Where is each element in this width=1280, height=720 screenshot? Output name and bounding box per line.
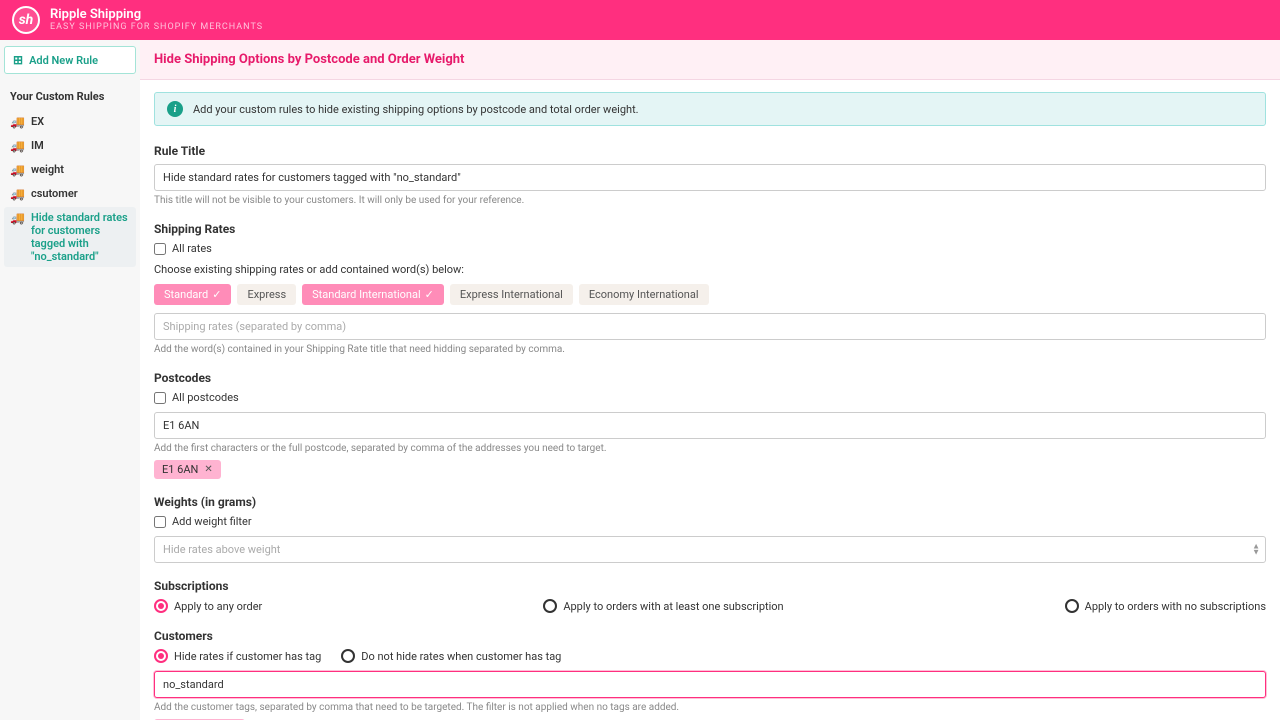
- radio-checked-icon[interactable]: [154, 599, 168, 613]
- sidebar-item-label: Hide standard rates for customers tagged…: [31, 211, 130, 263]
- info-icon: i: [167, 101, 183, 117]
- sidebar-item-label: EX: [31, 115, 44, 128]
- rate-chip-express-intl[interactable]: Express International: [450, 284, 573, 305]
- weight-filter-checkbox-row[interactable]: Add weight filter: [154, 515, 1266, 528]
- remove-tag-icon[interactable]: ✕: [204, 464, 212, 475]
- subscriptions-label: Subscriptions: [154, 579, 1266, 593]
- weights-label: Weights (in grams): [154, 495, 1266, 509]
- app-title: Ripple Shipping: [50, 8, 263, 22]
- sidebar-item-label: IM: [31, 139, 44, 152]
- radio-icon[interactable]: [543, 599, 557, 613]
- all-rates-checkbox[interactable]: [154, 243, 166, 255]
- sidebar-rule-item[interactable]: 🚚 IM: [4, 135, 136, 157]
- postcode-tag[interactable]: E1 6AN ✕: [154, 460, 221, 479]
- app-header: sh Ripple Shipping EASY SHIPPING FOR SHO…: [0, 0, 1280, 40]
- customers-option-nohide[interactable]: Do not hide rates when customer has tag: [341, 649, 561, 663]
- radio-icon[interactable]: [341, 649, 355, 663]
- sidebar-item-label: weight: [31, 163, 64, 176]
- radio-icon[interactable]: [1065, 599, 1079, 613]
- all-postcodes-checkbox[interactable]: [154, 392, 166, 404]
- app-subtitle: EASY SHIPPING FOR SHOPIFY MERCHANTS: [50, 22, 263, 32]
- customer-tags-input[interactable]: [154, 671, 1266, 698]
- rate-chip-economy-intl[interactable]: Economy International: [579, 284, 709, 305]
- subscription-option-with[interactable]: Apply to orders with at least one subscr…: [543, 599, 783, 613]
- truck-icon: 🚚: [10, 139, 25, 153]
- radio-checked-icon[interactable]: [154, 649, 168, 663]
- rule-title-help: This title will not be visible to your c…: [154, 195, 1266, 206]
- subscription-option-any[interactable]: Apply to any order: [154, 599, 262, 613]
- truck-icon: 🚚: [10, 187, 25, 201]
- shipping-rates-label: Shipping Rates: [154, 222, 1266, 236]
- sidebar-rule-item-active[interactable]: 🚚 Hide standard rates for customers tagg…: [4, 207, 136, 267]
- postcodes-input[interactable]: [154, 412, 1266, 439]
- weight-filter-checkbox[interactable]: [154, 516, 166, 528]
- main-content: Hide Shipping Options by Postcode and Or…: [140, 40, 1280, 720]
- all-rates-checkbox-row[interactable]: All rates: [154, 242, 1266, 255]
- check-icon: ✓: [425, 288, 434, 301]
- add-new-rule-button[interactable]: ⊞ Add New Rule: [4, 46, 136, 74]
- truck-icon: 🚚: [10, 115, 25, 129]
- info-text: Add your custom rules to hide existing s…: [193, 103, 639, 116]
- page-title: Hide Shipping Options by Postcode and Or…: [140, 40, 1280, 80]
- all-rates-label: All rates: [172, 242, 212, 255]
- sidebar-rule-item[interactable]: 🚚 weight: [4, 159, 136, 181]
- subscription-option-none[interactable]: Apply to orders with no subscriptions: [1065, 599, 1266, 613]
- truck-icon: 🚚: [10, 163, 25, 177]
- postcodes-help: Add the first characters or the full pos…: [154, 443, 1266, 454]
- rule-title-label: Rule Title: [154, 144, 1266, 158]
- app-logo: sh: [12, 6, 40, 34]
- info-banner: i Add your custom rules to hide existing…: [154, 92, 1266, 126]
- rate-chip-standard[interactable]: Standard✓: [154, 284, 231, 305]
- rate-chip-express[interactable]: Express: [237, 284, 296, 305]
- truck-icon: 🚚: [10, 211, 25, 225]
- customers-label: Customers: [154, 629, 1266, 643]
- weight-input[interactable]: [154, 536, 1266, 563]
- sidebar-heading: Your Custom Rules: [4, 86, 136, 107]
- all-postcodes-checkbox-row[interactable]: All postcodes: [154, 391, 1266, 404]
- postcodes-label: Postcodes: [154, 371, 1266, 385]
- check-icon: ✓: [212, 288, 221, 301]
- sidebar-rule-item[interactable]: 🚚 csutomer: [4, 183, 136, 205]
- sidebar: ⊞ Add New Rule Your Custom Rules 🚚 EX 🚚 …: [0, 40, 140, 720]
- rate-chip-standard-intl[interactable]: Standard International✓: [302, 284, 444, 305]
- shipping-rates-help: Add the word(s) contained in your Shippi…: [154, 344, 1266, 355]
- number-stepper-icon[interactable]: ▲▼: [1252, 543, 1260, 556]
- customer-tags-help: Add the customer tags, separated by comm…: [154, 702, 1266, 713]
- all-postcodes-label: All postcodes: [172, 391, 239, 404]
- sidebar-item-label: csutomer: [31, 187, 78, 200]
- sidebar-rule-item[interactable]: 🚚 EX: [4, 111, 136, 133]
- shipping-rates-input[interactable]: [154, 313, 1266, 340]
- add-new-rule-label: Add New Rule: [29, 54, 98, 67]
- rule-title-input[interactable]: [154, 164, 1266, 191]
- customers-option-hide[interactable]: Hide rates if customer has tag: [154, 649, 321, 663]
- choose-rates-text: Choose existing shipping rates or add co…: [154, 263, 1266, 276]
- add-icon: ⊞: [13, 53, 23, 67]
- weight-filter-label: Add weight filter: [172, 515, 252, 528]
